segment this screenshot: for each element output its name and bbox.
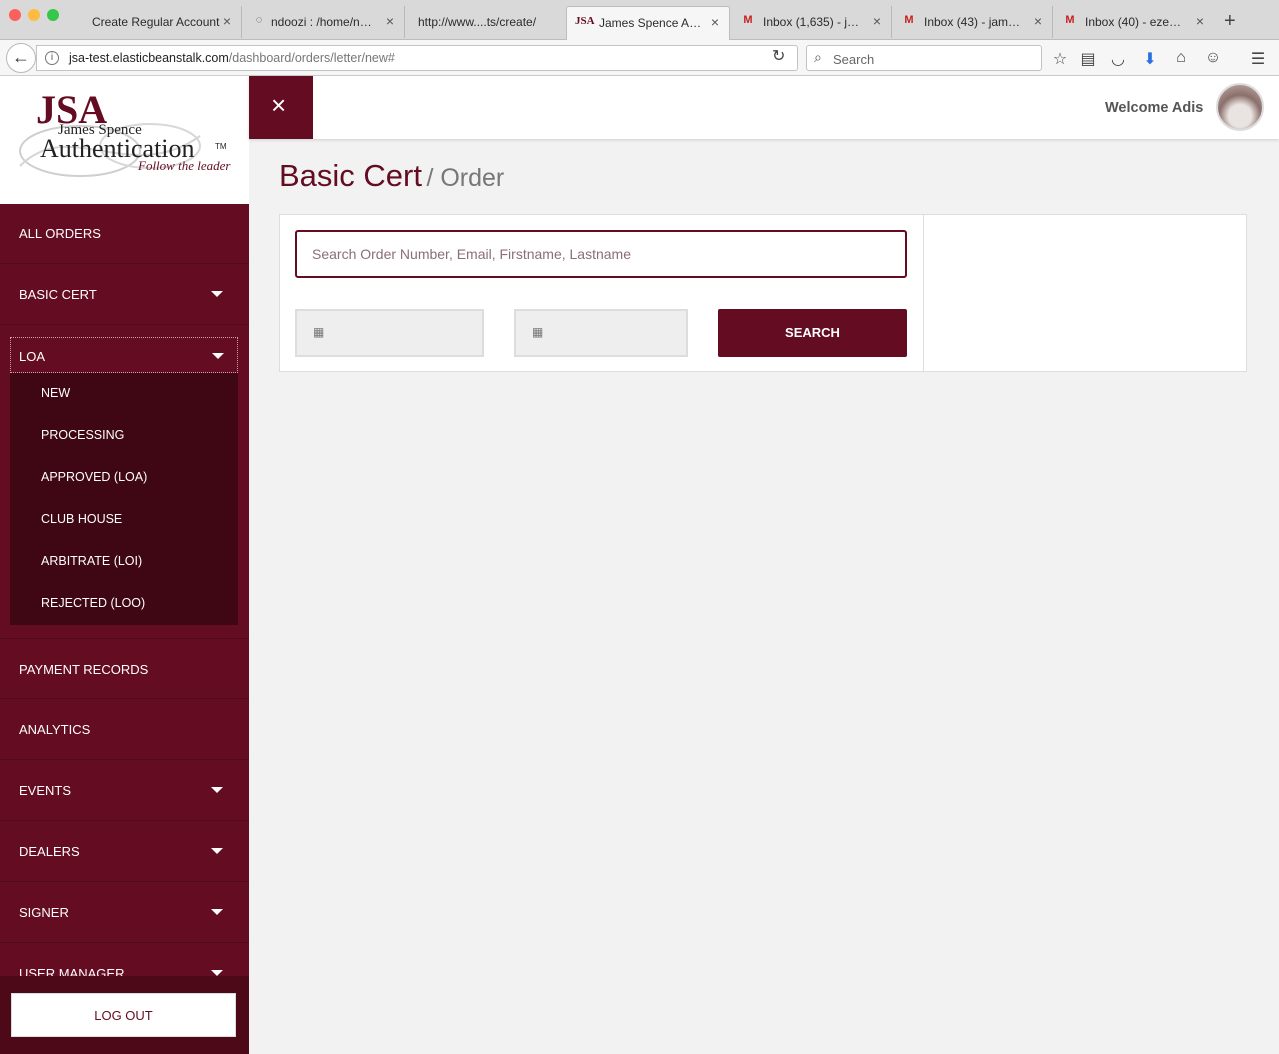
search-icon: ⌕ bbox=[814, 49, 822, 65]
browser-tab-bar: Create Regular Account × ◌ ndoozi : /hom… bbox=[0, 0, 1279, 41]
sidebar-item-label: ANALYTICS bbox=[19, 722, 91, 737]
sidebar-item-events[interactable]: EVENTS bbox=[0, 760, 249, 821]
gmail-icon: M bbox=[743, 14, 753, 26]
tab-label: Inbox (43) - jame... bbox=[924, 15, 1022, 29]
sidebar-item-loa[interactable]: LOA bbox=[10, 337, 238, 373]
caret-down-icon bbox=[211, 909, 223, 915]
browser-tab[interactable]: Create Regular Account × bbox=[80, 6, 242, 38]
loa-submenu: NEW PROCESSING APPROVED (LOA) CLUB HOUSE… bbox=[10, 373, 238, 625]
close-tab-icon[interactable]: × bbox=[873, 13, 881, 29]
avatar[interactable] bbox=[1216, 83, 1264, 131]
tab-label: Inbox (1,635) - ja... bbox=[763, 15, 861, 29]
gmail-icon: M bbox=[904, 14, 914, 26]
search-card: ▦ ▦ SEARCH bbox=[279, 214, 1247, 372]
url-path: /dashboard/orders/letter/new# bbox=[228, 51, 395, 65]
submenu-item-rejected[interactable]: REJECTED (LOO) bbox=[41, 596, 145, 610]
spinner-icon: ◌ bbox=[255, 14, 263, 26]
sidebar-item-label: DEALERS bbox=[19, 844, 80, 859]
search-placeholder: Search bbox=[833, 52, 875, 67]
end-date-field[interactable]: ▦ bbox=[514, 309, 688, 357]
page-title-main: Basic Cert bbox=[279, 158, 422, 193]
tab-label: Create Regular Account bbox=[92, 15, 220, 29]
emoji-icon[interactable]: ☺ bbox=[1204, 49, 1222, 67]
browser-tab[interactable]: http://www....ts/create/ bbox=[406, 6, 564, 38]
caret-down-icon bbox=[211, 848, 223, 854]
card-divider bbox=[923, 215, 924, 371]
sidebar-item-basic-cert[interactable]: BASIC CERT bbox=[0, 264, 249, 325]
back-button[interactable]: ← bbox=[6, 43, 36, 73]
search-input[interactable] bbox=[295, 230, 907, 278]
tab-label: James Spence Au... bbox=[599, 16, 704, 30]
welcome-text: Welcome Adis bbox=[1105, 100, 1204, 116]
browser-tab[interactable]: M Inbox (1,635) - ja... × bbox=[732, 6, 892, 38]
breadcrumb: / Order bbox=[426, 164, 505, 192]
sidebar-item-label: LOA bbox=[19, 349, 46, 364]
submenu-item-club-house[interactable]: CLUB HOUSE bbox=[41, 512, 122, 526]
new-tab-icon[interactable]: + bbox=[1224, 10, 1236, 33]
browser-tab[interactable]: ◌ ndoozi : /home/nd... × bbox=[243, 6, 405, 38]
url-text: jsa-test.elasticbeanstalk.com/dashboard/… bbox=[69, 51, 395, 65]
browser-tab[interactable]: M Inbox (40) - ezec... × bbox=[1054, 6, 1214, 38]
close-tab-icon[interactable]: × bbox=[386, 13, 394, 29]
url-host: jsa-test.elasticbeanstalk.com bbox=[69, 51, 229, 65]
close-tab-icon[interactable]: × bbox=[223, 13, 231, 29]
logout-button[interactable]: LOG OUT bbox=[11, 993, 236, 1037]
submenu-item-arbitrate[interactable]: ARBITRATE (LOI) bbox=[41, 554, 142, 568]
caret-down-icon bbox=[211, 787, 223, 793]
close-window-button[interactable] bbox=[9, 9, 21, 21]
address-bar[interactable]: i jsa-test.elasticbeanstalk.com/dashboar… bbox=[36, 45, 798, 71]
sidebar-item-label: SIGNER bbox=[19, 905, 69, 920]
close-tab-icon[interactable]: × bbox=[1196, 13, 1204, 29]
logo-tm: TM bbox=[215, 142, 227, 151]
submenu-item-new[interactable]: NEW bbox=[41, 386, 70, 400]
bookmark-star-icon[interactable]: ☆ bbox=[1051, 49, 1069, 69]
sidebar-item-dealers[interactable]: DEALERS bbox=[0, 821, 249, 882]
close-icon: × bbox=[271, 90, 287, 120]
tab-label: ndoozi : /home/nd... bbox=[271, 15, 376, 29]
reading-list-icon[interactable]: ▤ bbox=[1079, 49, 1097, 69]
home-icon[interactable]: ⌂ bbox=[1172, 49, 1190, 67]
submenu-item-processing[interactable]: PROCESSING bbox=[41, 428, 124, 442]
search-button[interactable]: SEARCH bbox=[718, 309, 907, 357]
pocket-icon[interactable]: ◡ bbox=[1109, 49, 1127, 69]
sidebar-item-signer[interactable]: SIGNER bbox=[0, 882, 249, 943]
browser-tab-active[interactable]: JSA James Spence Au... × bbox=[566, 6, 730, 41]
sidebar-item-label: BASIC CERT bbox=[19, 287, 97, 302]
sidebar-item-payment-records[interactable]: PAYMENT RECORDS bbox=[0, 638, 249, 699]
top-bar: × Welcome Adis bbox=[249, 76, 1279, 139]
calendar-icon: ▦ bbox=[313, 325, 325, 339]
sidebar-item-label: PAYMENT RECORDS bbox=[19, 662, 149, 677]
sidebar-item-all-orders[interactable]: ALL ORDERS bbox=[0, 203, 249, 264]
jsa-favicon-icon: JSA bbox=[575, 15, 595, 27]
jsa-logo[interactable]: JSA James Spence Authentication TM Follo… bbox=[0, 76, 249, 204]
sidebar-item-analytics[interactable]: ANALYTICS bbox=[0, 699, 249, 760]
browser-tab[interactable]: M Inbox (43) - jame... × bbox=[893, 6, 1053, 38]
browser-search-box[interactable]: ⌕ Search bbox=[806, 45, 1042, 71]
close-sidebar-button[interactable]: × bbox=[249, 76, 313, 139]
logout-area: LOG OUT bbox=[0, 976, 249, 1054]
sidebar-item-label: ALL ORDERS bbox=[19, 226, 101, 241]
start-date-field[interactable]: ▦ bbox=[295, 309, 484, 357]
minimize-window-button[interactable] bbox=[28, 9, 40, 21]
calendar-icon: ▦ bbox=[532, 325, 544, 339]
gmail-icon: M bbox=[1065, 14, 1075, 26]
logo-tagline: Follow the leader bbox=[138, 158, 231, 173]
caret-down-icon bbox=[212, 353, 224, 359]
menu-icon[interactable]: ☰ bbox=[1249, 49, 1267, 69]
sidebar-item-label: EVENTS bbox=[19, 783, 72, 798]
browser-nav-bar: ← i jsa-test.elasticbeanstalk.com/dashbo… bbox=[0, 40, 1279, 76]
caret-down-icon bbox=[211, 291, 223, 297]
close-tab-icon[interactable]: × bbox=[711, 14, 719, 30]
info-icon[interactable]: i bbox=[45, 51, 59, 65]
page-title: Basic Cert / Order bbox=[279, 158, 504, 194]
reload-icon[interactable]: ↻ bbox=[772, 46, 785, 66]
maximize-window-button[interactable] bbox=[47, 9, 59, 21]
close-tab-icon[interactable]: × bbox=[1034, 13, 1042, 29]
sidebar: JSA James Spence Authentication TM Follo… bbox=[0, 76, 249, 1054]
submenu-item-approved[interactable]: APPROVED (LOA) bbox=[41, 470, 147, 484]
tab-label: http://www....ts/create/ bbox=[418, 15, 537, 29]
tab-label: Inbox (40) - ezec... bbox=[1085, 15, 1183, 29]
download-icon[interactable]: ⬇ bbox=[1141, 49, 1159, 69]
